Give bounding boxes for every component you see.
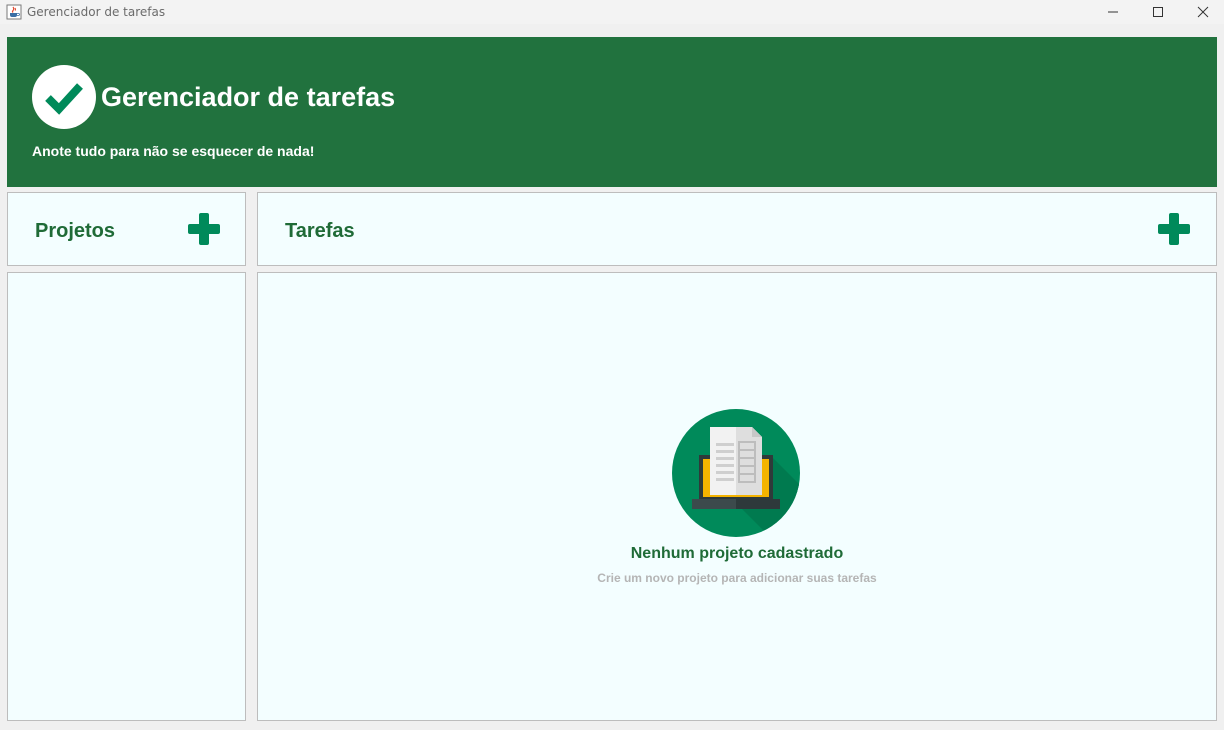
- add-task-button[interactable]: [1158, 213, 1190, 245]
- projects-toolbar: Projetos: [7, 192, 246, 266]
- app-header: Gerenciador de tarefas Anote tudo para n…: [7, 37, 1217, 187]
- maximize-icon: [1153, 7, 1163, 17]
- add-project-button[interactable]: [188, 213, 220, 245]
- checkmark-icon: [45, 83, 83, 115]
- empty-state-subtitle: Crie um novo projeto para adicionar suas…: [597, 571, 877, 585]
- plus-icon: [1158, 213, 1190, 245]
- projects-title: Projetos: [35, 220, 116, 242]
- window-titlebar: Gerenciador de tarefas: [0, 0, 1224, 24]
- window-title: Gerenciador de tarefas: [27, 5, 166, 19]
- empty-state-title: Nenhum projeto cadastrado: [630, 545, 844, 562]
- logo: [32, 65, 96, 129]
- minimize-icon: [1108, 11, 1118, 13]
- close-button[interactable]: [1180, 0, 1224, 24]
- tasks-toolbar: Tarefas: [257, 192, 1217, 266]
- maximize-button[interactable]: [1135, 0, 1181, 24]
- tasks-area: Nenhum projeto cadastrado Crie um novo p…: [257, 272, 1217, 721]
- close-icon: [1197, 6, 1209, 18]
- plus-icon: [188, 213, 220, 245]
- laptop-document-icon: [672, 409, 800, 537]
- minimize-button[interactable]: [1090, 0, 1136, 24]
- java-cup-icon: [6, 4, 22, 20]
- projects-list[interactable]: [7, 272, 246, 721]
- app-title: Gerenciador de tarefas: [101, 82, 396, 112]
- tasks-title: Tarefas: [285, 220, 355, 242]
- app-subtitle: Anote tudo para não se esquecer de nada!: [32, 143, 315, 159]
